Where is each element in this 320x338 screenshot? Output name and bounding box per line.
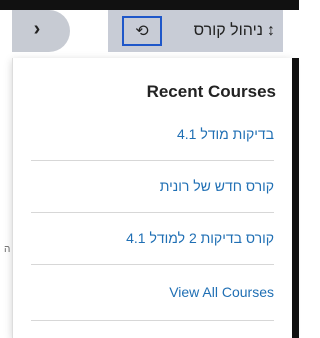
chevron-right-icon: › [33, 17, 41, 40]
course-link[interactable]: קורס חדש של רונית [31, 160, 274, 213]
recent-courses-button[interactable]: ⟲ [122, 16, 162, 46]
collapse-sidebar-button[interactable]: › [22, 14, 52, 44]
panel-right-edge [291, 58, 299, 338]
recent-courses-dropdown: Recent Courses בדיקות מודל 4.1 קורס חדש … [12, 58, 292, 338]
frame-top-edge [0, 0, 299, 10]
view-all-courses-link[interactable]: View All Courses [31, 264, 274, 321]
course-link[interactable]: קורס בדיקות 2 למודל 4.1 [31, 212, 274, 265]
course-management-button[interactable]: ↕ ניהול קורס ⟲ [108, 10, 283, 52]
recent-courses-title: Recent Courses [146, 82, 276, 101]
course-management-label: ניהול קורס [193, 22, 263, 39]
sort-icon: ↕ [267, 22, 275, 39]
background-text-fragment: ה [4, 244, 11, 255]
history-icon: ⟲ [135, 23, 149, 40]
course-link[interactable]: בדיקות מודל 4.1 [31, 108, 274, 161]
course-management-label-group: ↕ ניהול קורס [194, 22, 275, 40]
